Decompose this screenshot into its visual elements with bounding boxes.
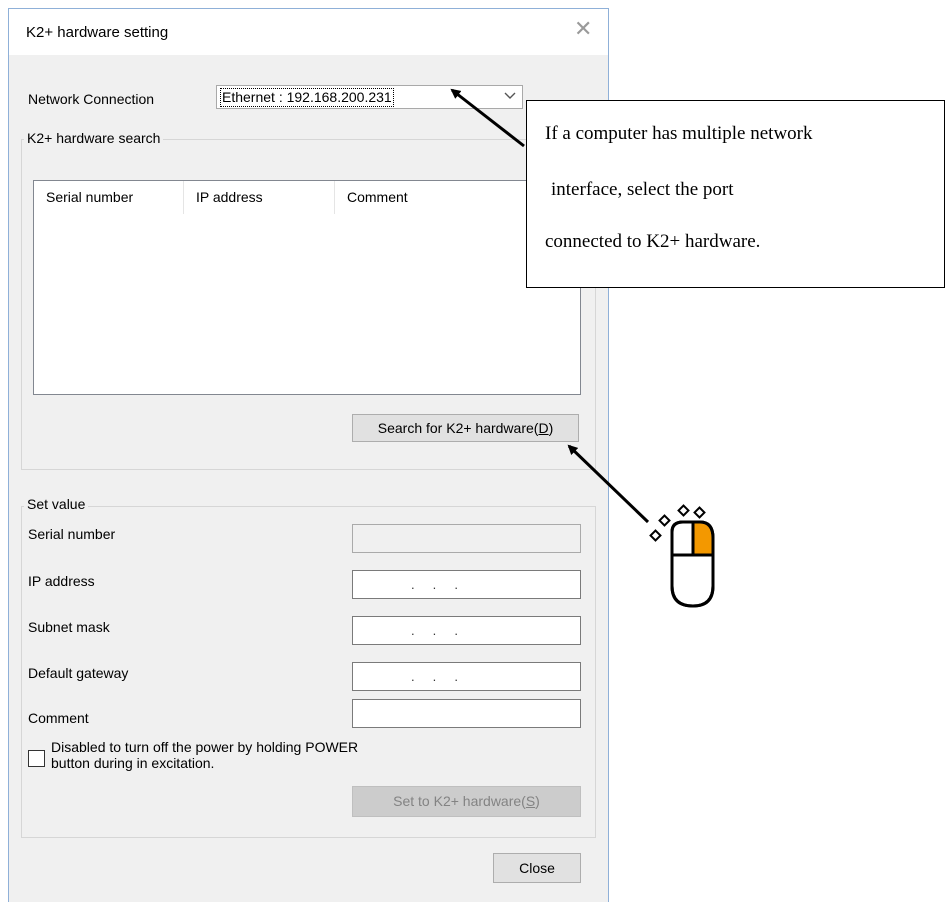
network-callout-arrow: [450, 88, 525, 148]
annotation-overlay: [450, 88, 715, 608]
search-button-arrow: [567, 444, 650, 524]
mouse-icon: [649, 504, 715, 608]
